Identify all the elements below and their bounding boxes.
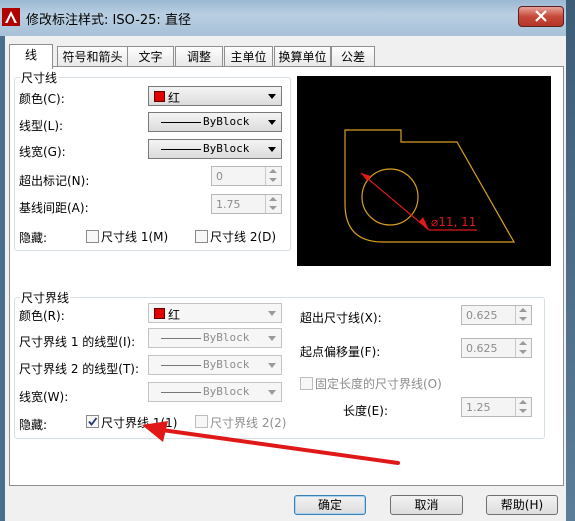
- tab-fit[interactable]: 调整: [175, 46, 223, 67]
- line-preview: [161, 365, 201, 366]
- window-title: 修改标注样式: ISO-25: 直径: [26, 13, 191, 28]
- line-preview: [161, 392, 201, 393]
- dim-line-lineweight-label: 线宽(G):: [19, 145, 66, 159]
- ext-line-color-select[interactable]: 红: [148, 303, 282, 323]
- ext-offset-label: 起点偏移量(F):: [300, 345, 381, 359]
- help-button[interactable]: 帮助(H): [486, 495, 558, 515]
- dim-line-group-title: 尺寸线: [20, 69, 59, 86]
- length-value: 1.25: [466, 401, 491, 414]
- tab-symbols-arrows[interactable]: 符号和箭头: [57, 46, 128, 67]
- ext-line-lineweight-select[interactable]: ByBlock: [148, 382, 282, 402]
- background-strip: [566, 0, 575, 521]
- spinner-arrows-icon[interactable]: [515, 398, 531, 416]
- ext-line-lineweight-value: ByBlock: [203, 385, 250, 398]
- ext-line-1-linetype-label: 尺寸界线 1 的线型(I):: [19, 335, 136, 349]
- dim-line-color-label: 颜色(C):: [19, 92, 65, 106]
- ext-line-1-linetype-value: ByBlock: [203, 331, 250, 344]
- dim-line-linetype-label: 线型(L):: [19, 119, 64, 133]
- dimension-preview-drawing: ⌀11, 11: [344, 129, 516, 243]
- tab-label: 主单位: [230, 50, 267, 64]
- dim-line-linetype-select[interactable]: ByBlock: [148, 112, 282, 132]
- dim-line-2-checkbox[interactable]: [195, 230, 208, 243]
- fixed-length-checkbox[interactable]: [300, 377, 313, 390]
- dim-line-baseline-value: 1.75: [216, 198, 241, 211]
- dim-line-baseline-label: 基线间距(A):: [19, 201, 89, 215]
- autocad-app-icon: [2, 8, 20, 26]
- chevron-down-icon: [268, 336, 276, 341]
- chevron-down-icon: [268, 94, 276, 99]
- tab-tolerances[interactable]: 公差: [331, 46, 375, 67]
- close-button[interactable]: [518, 6, 564, 27]
- dim-line-color-select[interactable]: 红: [148, 86, 282, 106]
- length-spinner[interactable]: 1.25: [461, 397, 532, 417]
- dim-line-extend-label: 超出标记(N):: [19, 174, 90, 188]
- ext-line-suppress-label: 隐藏:: [19, 418, 48, 432]
- dim-line-baseline-spinner[interactable]: 1.75: [211, 194, 282, 214]
- tab-label: 调整: [186, 50, 211, 64]
- tab-alternate-units[interactable]: 换算单位: [274, 46, 331, 67]
- ok-button[interactable]: 确定: [294, 495, 366, 515]
- tab-text[interactable]: 文字: [127, 46, 174, 67]
- checkmark-icon: [88, 417, 98, 426]
- ext-line-2-linetype-select[interactable]: ByBlock: [148, 355, 282, 375]
- line-preview: [161, 122, 201, 123]
- ext-offset-value: 0.625: [466, 342, 498, 355]
- tab-label: 线: [24, 48, 37, 62]
- tab-label: 公差: [340, 50, 365, 64]
- ext-beyond-label: 超出尺寸线(X):: [300, 311, 382, 325]
- spinner-arrows-icon[interactable]: [515, 339, 531, 357]
- color-swatch: [154, 308, 165, 319]
- cancel-button[interactable]: 取消: [390, 495, 463, 515]
- chevron-down-icon: [268, 147, 276, 152]
- dim-line-extend-value: 0: [216, 170, 223, 183]
- color-swatch: [154, 91, 165, 102]
- spinner-arrows-icon[interactable]: [265, 167, 281, 185]
- line-preview: [161, 338, 201, 339]
- dim-line-extend-spinner[interactable]: 0: [211, 166, 282, 186]
- tab-label: 文字: [138, 50, 163, 64]
- dim-line-1-checkbox[interactable]: [86, 230, 99, 243]
- dim-line-lineweight-value: ByBlock: [203, 142, 250, 155]
- tab-primary-units[interactable]: 主单位: [224, 46, 273, 67]
- tab-lines[interactable]: 线: [9, 44, 53, 69]
- ext-line-2-linetype-value: ByBlock: [203, 358, 250, 371]
- chevron-down-icon: [268, 363, 276, 368]
- dim-line-1-label[interactable]: 尺寸线 1(M): [101, 228, 168, 245]
- spinner-arrows-icon[interactable]: [515, 306, 531, 324]
- tab-label: 符号和箭头: [62, 50, 123, 64]
- ext-line-group-title: 尺寸界线: [20, 289, 71, 306]
- red-annotation-arrow: [142, 421, 400, 465]
- ext-line-lineweight-label: 线宽(W):: [19, 390, 69, 404]
- ext-line-1-linetype-select[interactable]: ByBlock: [148, 328, 282, 348]
- dim-line-suppress-label: 隐藏:: [19, 231, 48, 245]
- ext-line-color-value: 红: [168, 308, 181, 322]
- tab-label: 换算单位: [278, 50, 327, 64]
- preview-dimension-text: ⌀11, 11: [431, 215, 476, 229]
- dim-line-lineweight-select[interactable]: ByBlock: [148, 139, 282, 159]
- dim-line-linetype-value: ByBlock: [203, 115, 250, 128]
- line-preview: [161, 149, 201, 150]
- chevron-down-icon: [268, 120, 276, 125]
- ext-beyond-value: 0.625: [466, 309, 498, 322]
- fixed-length-label[interactable]: 固定长度的尺寸界线(O): [315, 375, 442, 392]
- preview-canvas: ⌀11, 11: [297, 76, 551, 266]
- dim-line-2-label[interactable]: 尺寸线 2(D): [210, 228, 276, 245]
- ext-beyond-spinner[interactable]: 0.625: [461, 305, 532, 325]
- dim-line-color-value: 红: [168, 91, 181, 105]
- ext-line-2-linetype-label: 尺寸界线 2 的线型(T):: [19, 362, 140, 376]
- ext-line-1-checkbox[interactable]: [86, 415, 99, 428]
- spinner-arrows-icon[interactable]: [265, 195, 281, 213]
- close-icon: [535, 10, 547, 22]
- title-bar[interactable]: 修改标注样式: ISO-25: 直径: [0, 0, 566, 36]
- ext-line-color-label: 颜色(R):: [19, 309, 65, 323]
- chevron-down-icon: [268, 311, 276, 316]
- ext-offset-spinner[interactable]: 0.625: [461, 338, 532, 358]
- chevron-down-icon: [268, 390, 276, 395]
